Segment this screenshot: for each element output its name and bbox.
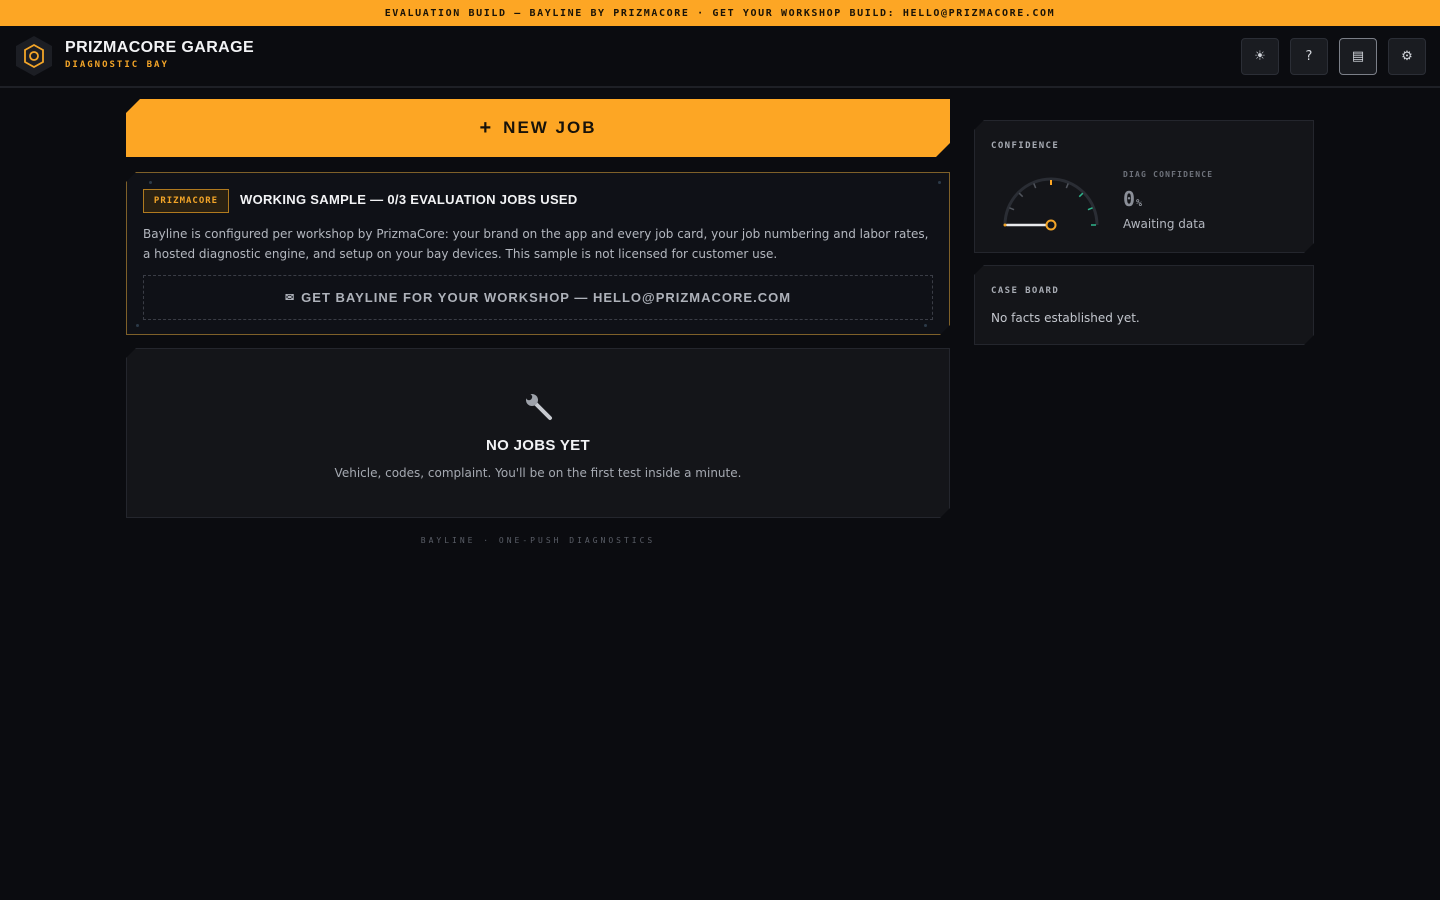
gauge-tick: [1066, 183, 1068, 188]
corner-dot: [136, 324, 139, 327]
confidence-gauge: [999, 173, 1103, 235]
diag-confidence-label: DIAG CONFIDENCE: [1123, 170, 1214, 179]
footer-tagline: BAYLINE · ONE-PUSH DIAGNOSTICS: [420, 536, 656, 545]
gear-icon: ⚙: [1401, 49, 1413, 64]
case-board-text: No facts established yet.: [991, 311, 1140, 325]
corner-dot: [938, 181, 941, 184]
hexagon-logo-icon: [16, 36, 52, 76]
wrench-icon: [523, 391, 555, 423]
brand-title: PRIZMACORE GARAGE: [65, 39, 255, 56]
diag-status: Awaiting data: [1123, 217, 1206, 231]
gauge-tick: [1079, 193, 1083, 197]
list-icon: ▤: [1351, 49, 1365, 64]
gauge-tick: [1088, 208, 1093, 210]
prizmacore-badge: PRIZMACORE: [143, 189, 229, 213]
gauge-tick: [1034, 183, 1036, 188]
help-icon: ?: [1305, 49, 1313, 64]
confidence-label: CONFIDENCE: [991, 141, 1060, 151]
sun-icon: ☀: [1254, 49, 1266, 64]
settings-button[interactable]: ⚙: [1388, 38, 1426, 75]
help-button[interactable]: ?: [1290, 38, 1328, 75]
sample-title: WORKING SAMPLE — 0/3 EVALUATION JOBS USE…: [240, 192, 578, 207]
app-header: PRIZMACORE GARAGE DIAGNOSTIC BAY ☀ ? ▤ ⚙: [0, 26, 1440, 88]
confidence-number: 0: [1123, 187, 1136, 211]
envelope-icon: ✉: [284, 292, 296, 304]
evaluation-banner: EVALUATION BUILD — BAYLINE BY PRIZMACORE…: [0, 0, 1440, 26]
corner-dot: [149, 181, 152, 184]
banner-text: EVALUATION BUILD — BAYLINE BY PRIZMACORE…: [384, 7, 1056, 19]
plus-icon: +: [479, 116, 494, 139]
list-view-button[interactable]: ▤: [1339, 38, 1377, 75]
sample-description: Bayline is configured per workshop by Pr…: [143, 227, 929, 261]
case-board-label: CASE BOARD: [991, 286, 1060, 296]
empty-subtitle: Vehicle, codes, complaint. You'll be on …: [334, 466, 742, 480]
empty-jobs-card: NO JOBS YET Vehicle, codes, complaint. Y…: [126, 348, 950, 518]
gauge-tick: [1009, 208, 1014, 210]
get-bayline-link[interactable]: ✉ GET BAYLINE FOR YOUR WORKSHOP — HELLO@…: [143, 275, 933, 320]
empty-title: NO JOBS YET: [486, 437, 590, 454]
working-sample-card: PRIZMACORE WORKING SAMPLE — 0/3 EVALUATI…: [126, 172, 950, 335]
get-bayline-label: GET BAYLINE FOR YOUR WORKSHOP — HELLO@PR…: [301, 290, 792, 305]
confidence-panel: CONFIDENCE DIAG CONFIDENCE 0% Awaiting d…: [974, 120, 1314, 253]
new-job-button[interactable]: + NEW JOB: [126, 99, 950, 157]
corner-dot: [924, 324, 927, 327]
gauge-tick: [1019, 193, 1023, 197]
percent-unit: %: [1136, 198, 1143, 209]
case-board-panel: CASE BOARD No facts established yet.: [974, 265, 1314, 345]
theme-toggle-button[interactable]: ☀: [1241, 38, 1279, 75]
diag-confidence-value: 0%: [1123, 187, 1142, 211]
new-job-label: NEW JOB: [503, 118, 597, 137]
brand-subtitle: DIAGNOSTIC BAY: [65, 60, 169, 70]
